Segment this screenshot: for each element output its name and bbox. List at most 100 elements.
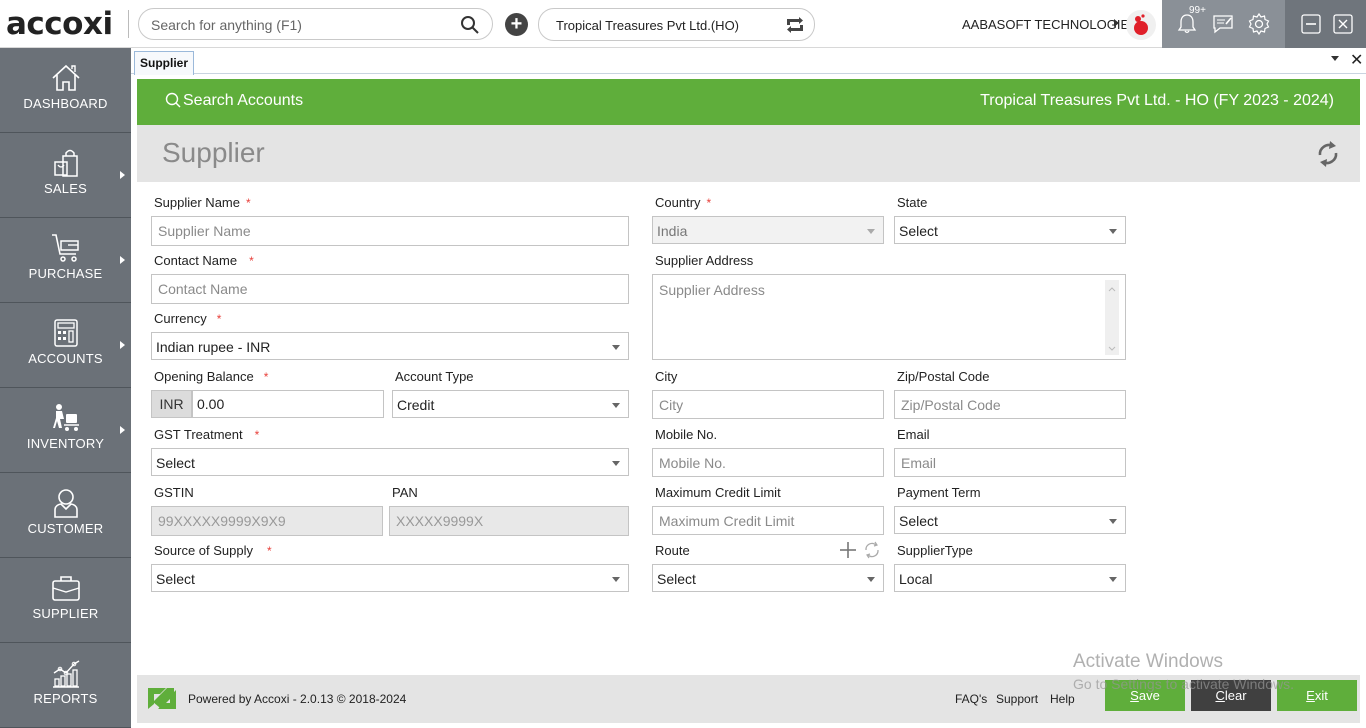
gear-icon[interactable] <box>1247 12 1271 36</box>
search-icon[interactable] <box>460 15 480 35</box>
email-input[interactable] <box>895 449 1125 476</box>
max-credit-field[interactable] <box>652 506 884 535</box>
minimize-icon[interactable] <box>1299 12 1323 36</box>
sidebar-item-label: REPORTS <box>33 691 98 706</box>
submenu-arrow-icon <box>120 341 125 349</box>
plus-icon: + <box>510 13 523 35</box>
supplier-name-label: Supplier Name * <box>154 195 251 210</box>
submenu-arrow-icon <box>120 256 125 264</box>
sidebar-item-dashboard[interactable]: DASHBOARD <box>0 48 131 133</box>
close-tab-icon[interactable]: ✕ <box>1350 50 1363 70</box>
sidebar-item-customer[interactable]: CUSTOMER <box>0 473 131 558</box>
search-accounts-label: Search Accounts <box>183 92 304 109</box>
country-label: Country * <box>655 195 712 210</box>
cart-icon <box>52 234 79 262</box>
gst-treatment-select[interactable]: Select <box>151 448 629 476</box>
help-link[interactable]: Help <box>1050 692 1075 706</box>
textarea-scrollbar[interactable] <box>1105 280 1119 355</box>
gstin-field[interactable] <box>151 506 383 536</box>
contact-name-label: Contact Name * <box>154 253 254 268</box>
sidebar-item-label: ACCOUNTS <box>28 351 103 366</box>
sidebar-item-sales[interactable]: SALES <box>0 133 131 218</box>
supplier-address-field[interactable] <box>652 274 1126 360</box>
global-search-input[interactable] <box>151 15 451 35</box>
refresh-route-icon[interactable] <box>863 541 881 559</box>
company-selector[interactable]: Tropical Treasures Pvt Ltd.(HO) <box>538 8 815 41</box>
payment-term-select[interactable]: Select <box>894 506 1126 534</box>
contact-name-input[interactable] <box>152 275 628 303</box>
add-route-icon[interactable] <box>839 541 857 559</box>
sidebar-item-inventory[interactable]: INVENTORY <box>0 388 131 473</box>
user-avatar[interactable] <box>1126 10 1156 40</box>
max-credit-input[interactable] <box>653 507 883 534</box>
sidebar-item-label: SUPPLIER <box>32 606 99 621</box>
supplier-address-label: Supplier Address <box>655 253 754 268</box>
powered-by-text: Powered by Accoxi - 2.0.13 © 2018-2024 <box>188 692 407 706</box>
route-select[interactable]: Select <box>652 564 884 592</box>
sidebar-item-accounts[interactable]: ACCOUNTS <box>0 303 131 388</box>
city-field[interactable] <box>652 390 884 419</box>
currency-select[interactable]: Indian rupee - INR <box>151 332 629 360</box>
pan-field[interactable] <box>389 506 629 536</box>
state-select[interactable]: Select <box>894 216 1126 244</box>
page-title: Supplier <box>162 137 265 168</box>
chevron-down-icon <box>612 403 620 408</box>
zip-input[interactable] <box>895 391 1125 418</box>
organization-name[interactable]: AABASOFT TECHNOLOGIES <box>962 17 1138 32</box>
contact-name-field[interactable] <box>151 274 629 304</box>
briefcase-icon <box>52 576 80 601</box>
currency-label: Currency * <box>154 311 222 326</box>
support-link[interactable]: Support <box>996 692 1038 706</box>
supplier-address-textarea[interactable] <box>653 275 1125 359</box>
switch-company-icon[interactable] <box>784 16 806 34</box>
mobile-field[interactable] <box>652 448 884 477</box>
opening-balance-input[interactable] <box>193 391 383 417</box>
tab-list-dropdown-icon[interactable] <box>1331 56 1339 61</box>
calculator-icon <box>54 319 78 347</box>
sidebar-item-purchase[interactable]: PURCHASE <box>0 218 131 303</box>
top-bar: accoxi + Tropical Treasures Pvt Ltd.(HO)… <box>0 0 1366 48</box>
caret-right-icon[interactable] <box>1114 19 1119 27</box>
notification-badge: 99+ <box>1189 5 1206 16</box>
mobile-input[interactable] <box>653 449 883 476</box>
pan-input[interactable] <box>390 507 628 535</box>
refresh-icon[interactable] <box>1314 139 1342 169</box>
sidebar-item-label: SALES <box>44 181 87 196</box>
supplier-name-input[interactable] <box>152 217 628 245</box>
account-type-label: Account Type <box>395 369 474 384</box>
worker-trolley-icon <box>53 404 79 431</box>
gst-treatment-label: GST Treatment * <box>154 427 260 442</box>
max-credit-label: Maximum Credit Limit <box>655 485 781 500</box>
supplier-type-label: SupplierType <box>897 543 973 558</box>
global-search[interactable] <box>138 8 493 40</box>
account-type-select[interactable]: Credit <box>392 390 629 418</box>
city-label: City <box>655 369 678 384</box>
add-new-button[interactable]: + <box>505 13 528 36</box>
payment-term-label: Payment Term <box>897 485 981 500</box>
chevron-down-icon <box>1109 229 1117 234</box>
pan-label: PAN <box>392 485 418 500</box>
email-label: Email <box>897 427 930 442</box>
state-label: State <box>897 195 928 210</box>
chart-icon <box>53 660 80 688</box>
sidebar-item-supplier[interactable]: SUPPLIER <box>0 558 131 643</box>
person-icon <box>54 489 78 518</box>
search-accounts-link[interactable]: Search Accounts <box>165 92 303 110</box>
page-header-bar: Search Accounts Tropical Treasures Pvt L… <box>137 79 1360 125</box>
gstin-input[interactable] <box>152 507 382 535</box>
supplier-type-select[interactable]: Local <box>894 564 1126 592</box>
tab-supplier[interactable]: Supplier <box>134 51 195 75</box>
source-of-supply-select[interactable]: Select <box>151 564 629 592</box>
faqs-link[interactable]: FAQ's <box>955 692 987 706</box>
close-window-icon[interactable] <box>1331 12 1355 36</box>
opening-balance-field[interactable] <box>192 390 384 418</box>
country-select[interactable]: India <box>652 216 884 244</box>
message-edit-icon[interactable] <box>1211 12 1235 36</box>
supplier-name-field[interactable] <box>151 216 629 246</box>
chevron-down-icon <box>867 229 875 234</box>
city-input[interactable] <box>653 391 883 418</box>
sidebar-item-reports[interactable]: REPORTS <box>0 643 131 728</box>
email-field[interactable] <box>894 448 1126 477</box>
zip-label: Zip/Postal Code <box>897 369 990 384</box>
zip-field[interactable] <box>894 390 1126 419</box>
